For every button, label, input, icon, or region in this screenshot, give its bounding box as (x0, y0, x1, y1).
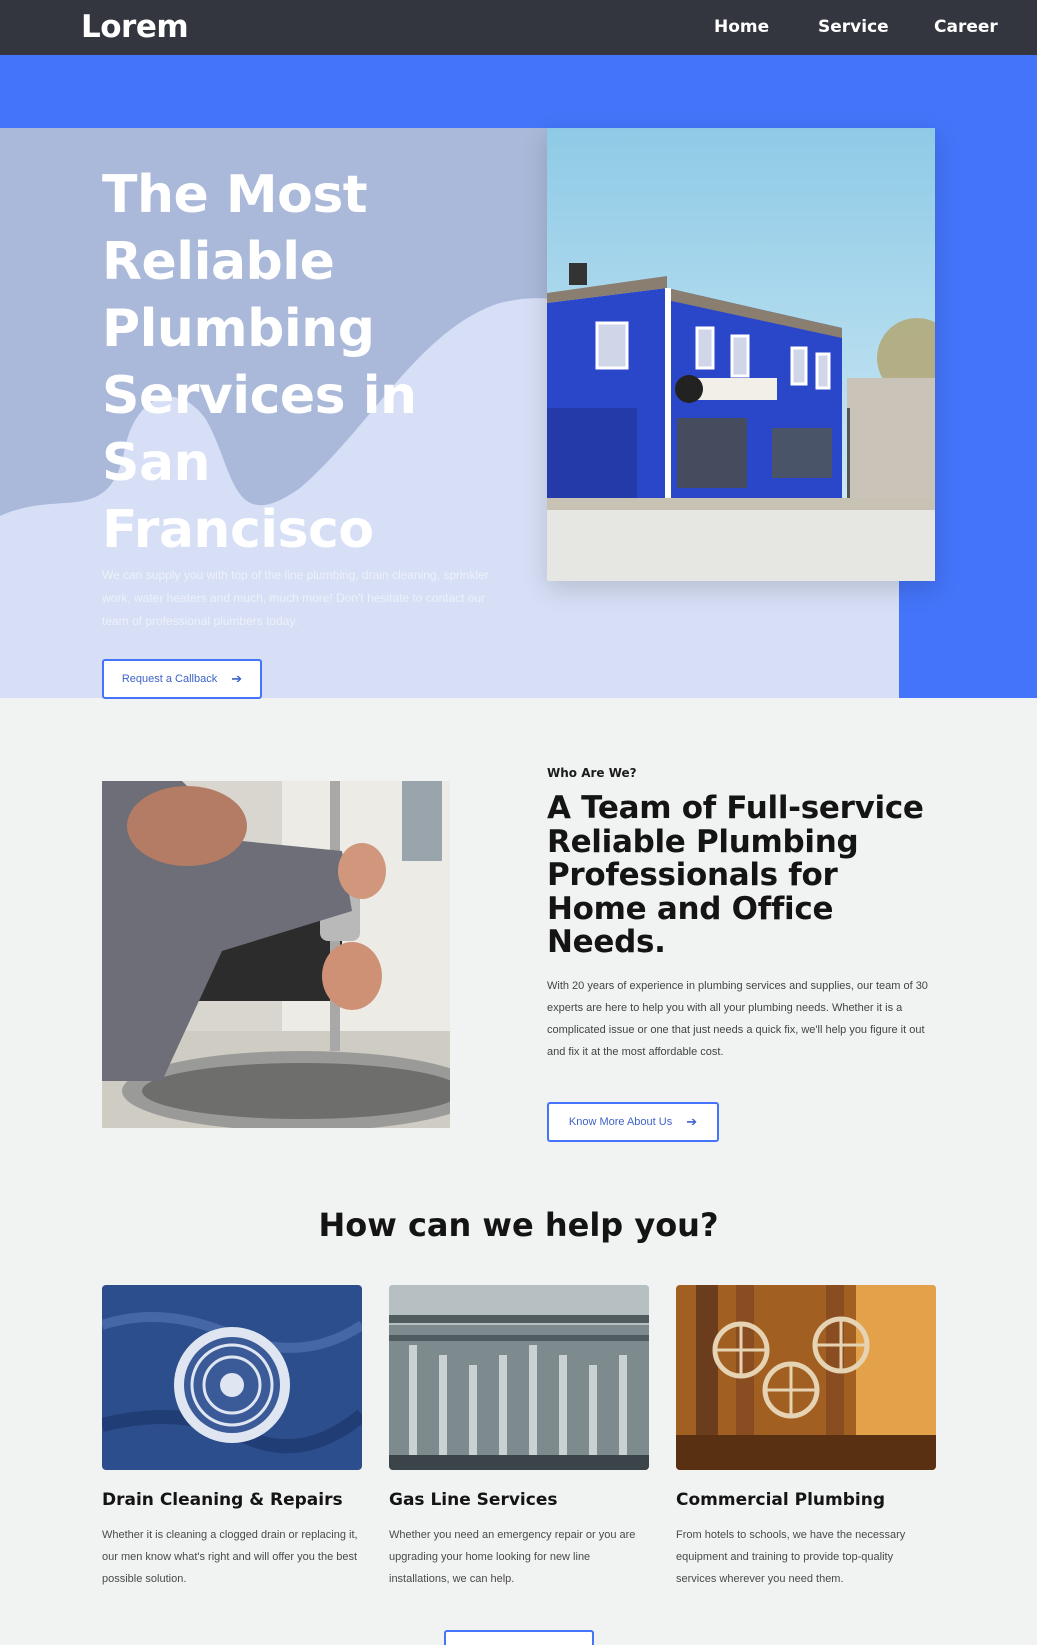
card-description: Whether you need an emergency repair or … (389, 1529, 636, 1585)
know-more-label: Know More About Us (568, 1116, 673, 1128)
card-title: Drain Cleaning & Repairs (102, 1490, 343, 1510)
nav-link-service[interactable]: Service (818, 17, 889, 37)
about-body-text: With 20 years of experience in plumbing … (547, 980, 928, 1058)
arrow-right-icon: ➔ (686, 1114, 698, 1129)
hero-storefront-image (547, 128, 935, 581)
hero-description: We can supply you with top of the line p… (102, 568, 489, 628)
card-title: Gas Line Services (389, 1490, 558, 1510)
card-title: Commercial Plumbing (676, 1490, 885, 1510)
request-callback-label: Request a Callback (121, 673, 218, 685)
about-plumber-image (102, 781, 450, 1128)
valves-image (676, 1285, 936, 1470)
service-card-commercial[interactable]: Commercial Plumbing From hotels to schoo… (676, 1285, 936, 1590)
about-title: A Team of Full-service Reliable Plumbing… (547, 790, 924, 960)
nav-link-career[interactable]: Career (934, 17, 998, 37)
top-navbar: Lorem Home Service Career (0, 0, 1037, 55)
view-all-services-button[interactable] (444, 1630, 594, 1645)
about-eyebrow: Who Are We? (547, 766, 637, 780)
gas-pipes-image (389, 1285, 649, 1470)
arrow-right-icon: ➔ (231, 671, 243, 686)
services-heading: How can we help you? (318, 1206, 719, 1244)
site-logo[interactable]: Lorem (81, 9, 189, 45)
drain-image (102, 1285, 362, 1470)
card-description: Whether it is cleaning a clogged drain o… (102, 1529, 358, 1585)
service-card-drain[interactable]: Drain Cleaning & Repairs Whether it is c… (102, 1285, 362, 1590)
service-card-gas[interactable]: Gas Line Services Whether you need an em… (389, 1285, 649, 1590)
nav-link-home[interactable]: Home (714, 17, 769, 37)
request-callback-button[interactable]: Request a Callback ➔ (102, 659, 262, 699)
hero-title: The Most Reliable Plumbing Services in S… (102, 165, 417, 560)
card-description: From hotels to schools, we have the nece… (676, 1529, 906, 1585)
know-more-button[interactable]: Know More About Us ➔ (547, 1102, 719, 1142)
